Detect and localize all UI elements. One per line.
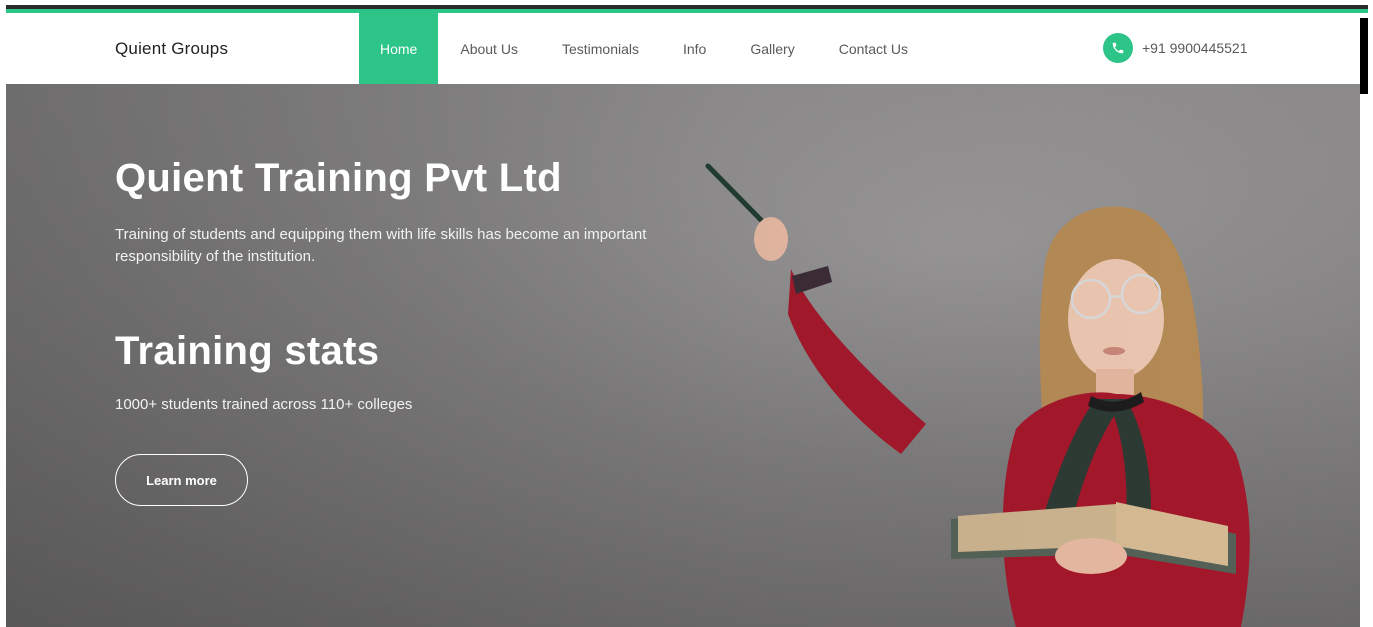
nav-item-contact-us[interactable]: Contact Us xyxy=(817,13,930,84)
nav-item-info[interactable]: Info xyxy=(661,13,728,84)
stats-title: Training stats xyxy=(115,329,380,373)
hero-content: Quient Training Pvt Ltd Training of stud… xyxy=(115,84,755,627)
hero-section: Quient Training Pvt Ltd Training of stud… xyxy=(6,84,1360,627)
stats-text: 1000+ students trained across 110+ colle… xyxy=(115,396,413,413)
nav-item-about-us[interactable]: About Us xyxy=(438,13,540,84)
hero-title: Quient Training Pvt Ltd xyxy=(115,156,562,200)
phone-number: +91 9900445521 xyxy=(1142,40,1248,56)
right-edge-bar xyxy=(1360,18,1368,94)
nav-item-gallery[interactable]: Gallery xyxy=(728,13,816,84)
phone-icon xyxy=(1103,33,1133,63)
main-nav: Home About Us Testimonials Info Gallery … xyxy=(359,13,930,84)
brand-logo-text[interactable]: Quient Groups xyxy=(115,39,228,59)
nav-item-testimonials[interactable]: Testimonials xyxy=(540,13,661,84)
hero-description: Training of students and equipping them … xyxy=(115,226,647,265)
phone-contact[interactable]: +91 9900445521 xyxy=(1103,33,1248,63)
nav-item-home[interactable]: Home xyxy=(359,13,439,84)
navbar: Quient Groups Home About Us Testimonials… xyxy=(6,13,1360,84)
learn-more-button[interactable]: Learn more xyxy=(115,454,248,506)
